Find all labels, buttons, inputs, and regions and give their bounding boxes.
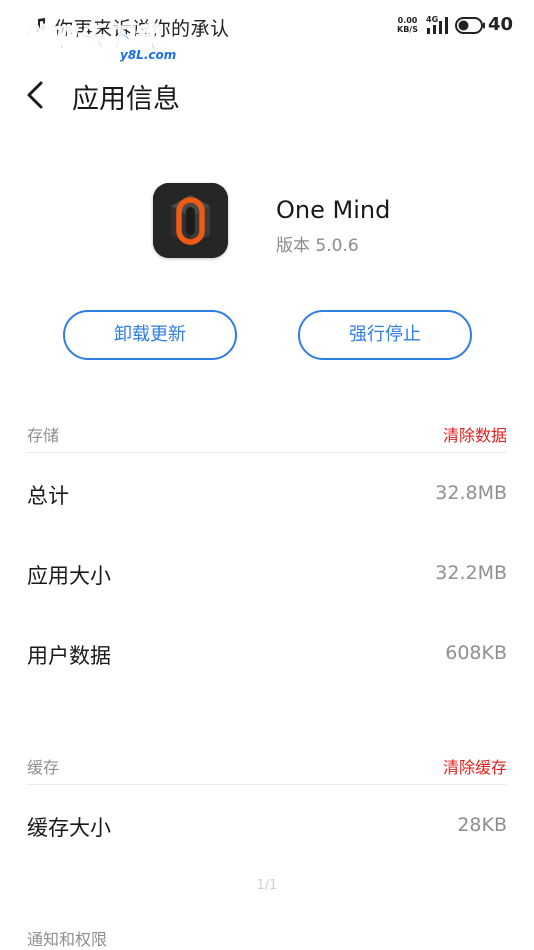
divider <box>27 452 507 453</box>
cache-section-label: 缓存 <box>27 758 60 777</box>
net-speed-indicator: 0.00 KB/S <box>397 16 418 34</box>
app-icon <box>153 183 228 258</box>
app-name: One Mind <box>276 196 391 224</box>
watermark-logo: 游吧乐下载 y8L.com <box>20 23 177 63</box>
app-version: 版本 5.0.6 <box>276 236 359 256</box>
divider <box>27 784 507 785</box>
storage-total-value: 32.8MB <box>435 482 507 504</box>
app-size-label: 应用大小 <box>27 564 111 588</box>
cache-size-label: 缓存大小 <box>27 816 111 840</box>
force-stop-button[interactable]: 强行停止 <box>298 310 472 360</box>
signal-icon: 4G <box>426 15 452 35</box>
user-data-value: 608KB <box>445 642 507 664</box>
cache-size-value: 28KB <box>457 814 507 836</box>
battery-icon <box>455 17 485 34</box>
page-title: 应用信息 <box>72 84 180 115</box>
notifications-section-label: 通知和权限 <box>27 930 108 949</box>
storage-total-label: 总计 <box>27 484 69 508</box>
back-chevron-icon[interactable] <box>22 80 48 110</box>
storage-section-label: 存储 <box>27 426 60 445</box>
status-bar: 你再来诉说你的承认 游吧乐下载 y8L.com 0.00 KB/S 4G 40 <box>0 0 534 63</box>
app-size-value: 32.2MB <box>435 562 507 584</box>
clear-data-button[interactable]: 清除数据 <box>443 422 507 446</box>
battery-level: 40 <box>488 14 514 35</box>
clear-cache-button[interactable]: 清除缓存 <box>443 754 507 778</box>
uninstall-updates-button[interactable]: 卸载更新 <box>63 310 237 360</box>
user-data-label: 用户数据 <box>27 644 111 668</box>
page-indicator: 1/1 <box>256 878 278 893</box>
